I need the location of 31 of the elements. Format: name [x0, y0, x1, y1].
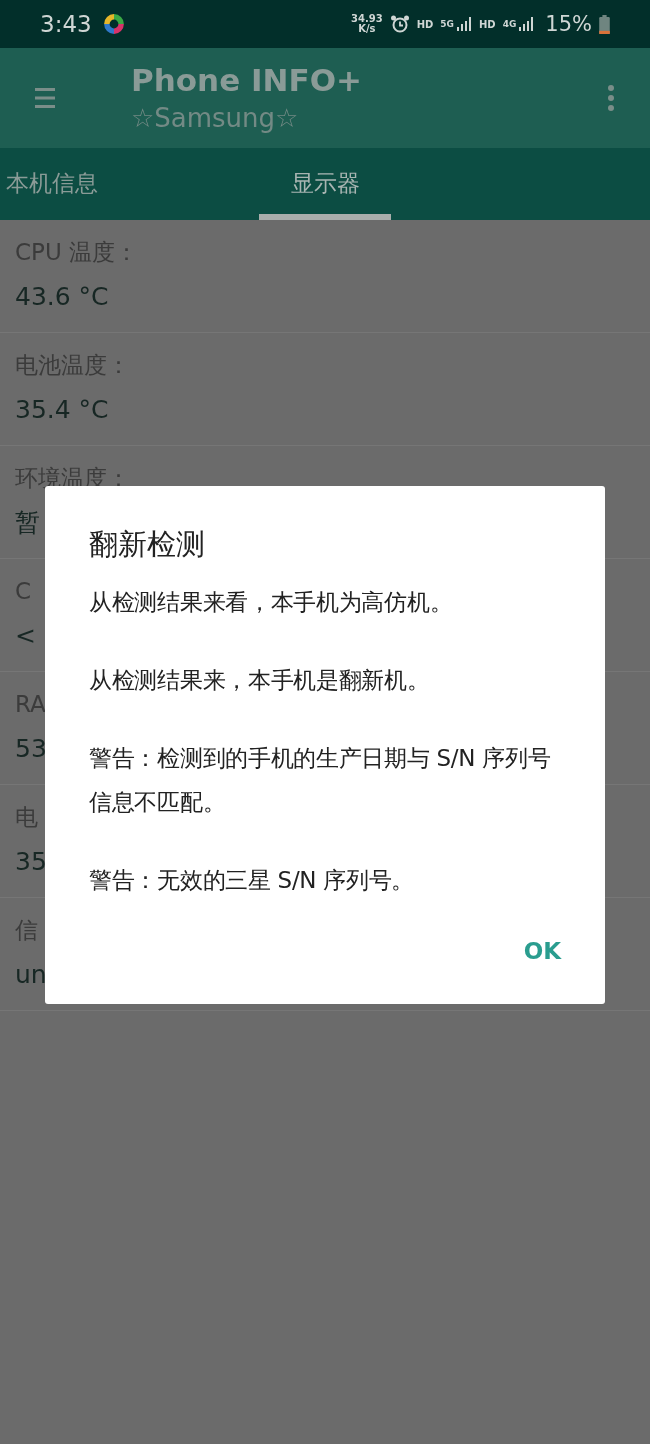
alarm-icon — [389, 14, 410, 34]
dialog-title: 翻新检测 — [89, 526, 206, 563]
dialog-message: 从检测结果来，本手机是翻新机。 — [89, 666, 431, 695]
info-value: 43.6 °C — [15, 281, 109, 313]
more-options-icon[interactable] — [608, 84, 614, 112]
battery-icon — [599, 14, 610, 34]
network-speed: 34.93 K/s — [351, 14, 383, 34]
tab[interactable]: 本机信息 — [0, 148, 104, 220]
network-type-label: 5G — [440, 19, 454, 29]
app-title: Phone INFO+ — [131, 61, 363, 100]
hd-label: HD — [416, 18, 434, 30]
tab[interactable]: 显示器 — [259, 148, 391, 220]
info-value: < — [15, 620, 36, 652]
network-type-label: 4G — [502, 19, 517, 29]
app-subtitle: ☆Samsung☆ — [131, 102, 300, 135]
signal-icon — [456, 16, 472, 32]
app-logo-icon — [102, 13, 125, 35]
signal-icon — [518, 16, 535, 32]
info-value: 35.4 °C — [15, 394, 109, 426]
battery-percent: 15% — [545, 12, 592, 36]
clock-time: 3:43 — [40, 11, 92, 37]
dialog-message: 警告：无效的三星 S/N 序列号。 — [89, 866, 416, 895]
info-value: 35 — [15, 846, 47, 878]
info-value: 53 — [15, 733, 47, 765]
menu-icon[interactable] — [35, 85, 55, 111]
hd-label: HD — [479, 18, 496, 30]
dialog-message: 从检测结果来看，本手机为高仿机。 — [89, 588, 454, 617]
info-value: 暂 — [15, 507, 40, 539]
ok-button[interactable]: OK — [505, 930, 579, 972]
info-value: un — [15, 959, 47, 991]
dialog-message: 警告：检测到的手机的生产日期与 S/N 序列号信息不匹配。 — [89, 744, 552, 817]
